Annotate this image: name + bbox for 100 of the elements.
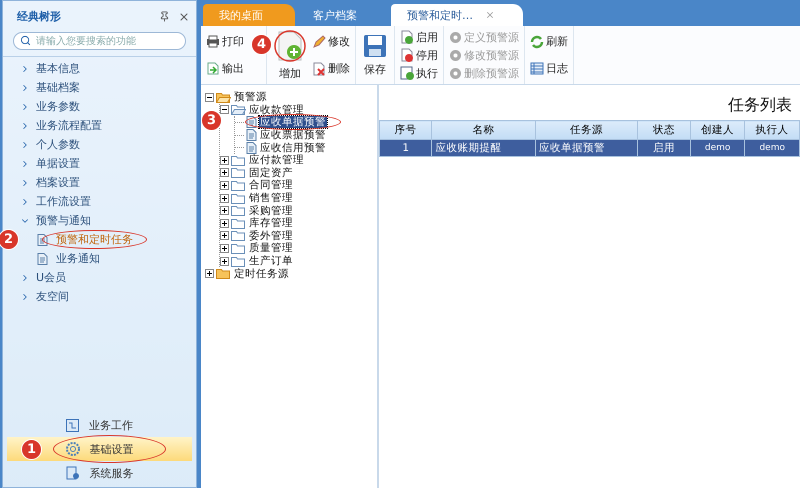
gear-icon [66, 442, 80, 456]
folder-icon [216, 268, 231, 280]
toolbar-button[interactable]: 启用 [400, 30, 438, 44]
column-header[interactable]: 序号 [380, 120, 432, 140]
add-document-icon [274, 30, 306, 62]
collapse-icon[interactable] [205, 92, 214, 102]
expand-icon[interactable] [220, 156, 229, 165]
close-icon[interactable] [178, 10, 190, 22]
document-icon [246, 142, 257, 154]
tree-item[interactable]: 固定资产 [248, 166, 294, 179]
nav-item[interactable]: 预警与通知 [3, 211, 196, 230]
toolbar-button[interactable]: 删除 [312, 61, 350, 76]
tree-item[interactable]: 应付款管理 [248, 154, 305, 166]
column-header[interactable]: 创建人 [690, 120, 745, 140]
nav-item[interactable]: U会员 [3, 268, 196, 287]
close-icon[interactable] [485, 10, 495, 20]
folder-icon [231, 104, 246, 116]
nav-item[interactable]: 基本信息 [3, 59, 196, 78]
column-header[interactable]: 执行人 [744, 120, 800, 140]
expand-icon[interactable] [220, 256, 229, 266]
column-header[interactable]: 任务源 [535, 120, 638, 140]
module-tab[interactable]: 系统服务 [7, 461, 192, 485]
column-header[interactable]: 状态 [638, 120, 690, 140]
nav-item[interactable]: 档案设置 [3, 173, 196, 192]
toolbar-button[interactable]: 执行 [400, 66, 438, 80]
add-button[interactable]: 增加 [272, 30, 308, 80]
tree-item[interactable]: 应收票据预警 [259, 129, 327, 142]
column-header[interactable]: 名称 [432, 120, 536, 140]
tree-item[interactable]: 应收款管理 [248, 104, 305, 116]
nav-item[interactable]: 业务参数 [3, 97, 196, 116]
folder-icon [231, 154, 246, 166]
search-field[interactable]: 请输入您要搜索的功能 [13, 32, 186, 50]
tree-item[interactable]: 定时任务源 [233, 268, 290, 280]
table-cell: 应收账期提醒 [432, 140, 536, 156]
tree-item[interactable]: 销售管理 [248, 192, 294, 204]
expand-icon[interactable] [205, 269, 214, 278]
callout-badge: 2 [0, 229, 19, 250]
printer-icon [206, 35, 220, 48]
window-icon [66, 418, 79, 432]
tree-item[interactable]: 委外管理 [248, 230, 294, 242]
folder-icon [231, 256, 246, 267]
folder-icon [231, 218, 246, 229]
folder-icon [231, 230, 246, 242]
tab[interactable]: 预警和定时… [391, 4, 523, 26]
toolbar-button[interactable]: 输出 [206, 61, 244, 76]
expand-icon[interactable] [220, 231, 229, 240]
search-icon [20, 35, 31, 46]
tree-item[interactable]: 应收单据预警 [259, 116, 327, 128]
table-cell: 1 [380, 140, 432, 156]
document-icon [37, 234, 48, 246]
collapse-icon[interactable] [220, 105, 229, 114]
nav-item[interactable]: 业务流程配置 [3, 116, 196, 135]
refresh-icon [530, 34, 544, 48]
folder-icon [216, 92, 231, 103]
expand-icon[interactable] [220, 206, 229, 216]
callout-badge: 3 [201, 110, 222, 132]
nav-item[interactable]: 个人参数 [3, 135, 196, 154]
pin-icon[interactable] [159, 11, 170, 22]
tree-item[interactable]: 采购管理 [248, 204, 294, 217]
toolbar-button[interactable]: 打印 [206, 34, 244, 49]
gear-icon [449, 30, 462, 44]
tree-item[interactable]: 库存管理 [248, 217, 294, 230]
gear-icon [449, 66, 462, 80]
toolbar-button[interactable]: 刷新 [530, 34, 568, 49]
sidebar-title: 经典树形 [17, 9, 62, 24]
tree-item[interactable]: 质量管理 [248, 242, 294, 254]
tree-item[interactable]: 预警源 [233, 91, 268, 104]
disable-icon [400, 48, 414, 62]
nav-item[interactable]: 基础档案 [3, 78, 196, 97]
list-icon [530, 62, 544, 75]
gear-icon [449, 48, 462, 62]
nav-item[interactable]: 单据设置 [3, 154, 196, 173]
nav-item[interactable]: 工作流设置 [3, 192, 196, 211]
table-cell: 启用 [638, 140, 690, 156]
expand-icon[interactable] [220, 218, 229, 228]
pencil-icon [312, 34, 326, 48]
nav-item[interactable]: 友空间 [3, 287, 196, 306]
grid-title: 任务列表 [727, 94, 793, 116]
toolbar-button[interactable]: 停用 [400, 48, 438, 62]
expand-icon[interactable] [220, 244, 229, 253]
table-cell: demo [744, 140, 800, 156]
run-icon [400, 66, 414, 80]
export-icon [206, 62, 220, 75]
module-tab[interactable]: 业务工作 [7, 413, 192, 437]
toolbar-button[interactable]: 修改 [312, 34, 350, 49]
delete-document-icon [312, 62, 326, 76]
expand-icon[interactable] [220, 180, 229, 190]
tree-item[interactable]: 生产订单 [248, 255, 294, 268]
toolbar-button[interactable]: 日志 [530, 61, 568, 76]
callout-badge: 4 [251, 34, 272, 55]
tab[interactable]: 客户档案 [297, 4, 389, 26]
enable-icon [400, 30, 414, 44]
expand-icon[interactable] [220, 168, 229, 178]
nav-subitem[interactable]: 业务通知 [56, 251, 100, 266]
save-button[interactable]: 保存 [361, 34, 389, 76]
nav-subitem[interactable]: 预警和定时任务 [56, 232, 133, 247]
folder-icon [231, 167, 246, 178]
tree-item[interactable]: 应收信用预警 [259, 142, 327, 154]
expand-icon[interactable] [220, 194, 229, 203]
tree-item[interactable]: 合同管理 [248, 179, 294, 192]
